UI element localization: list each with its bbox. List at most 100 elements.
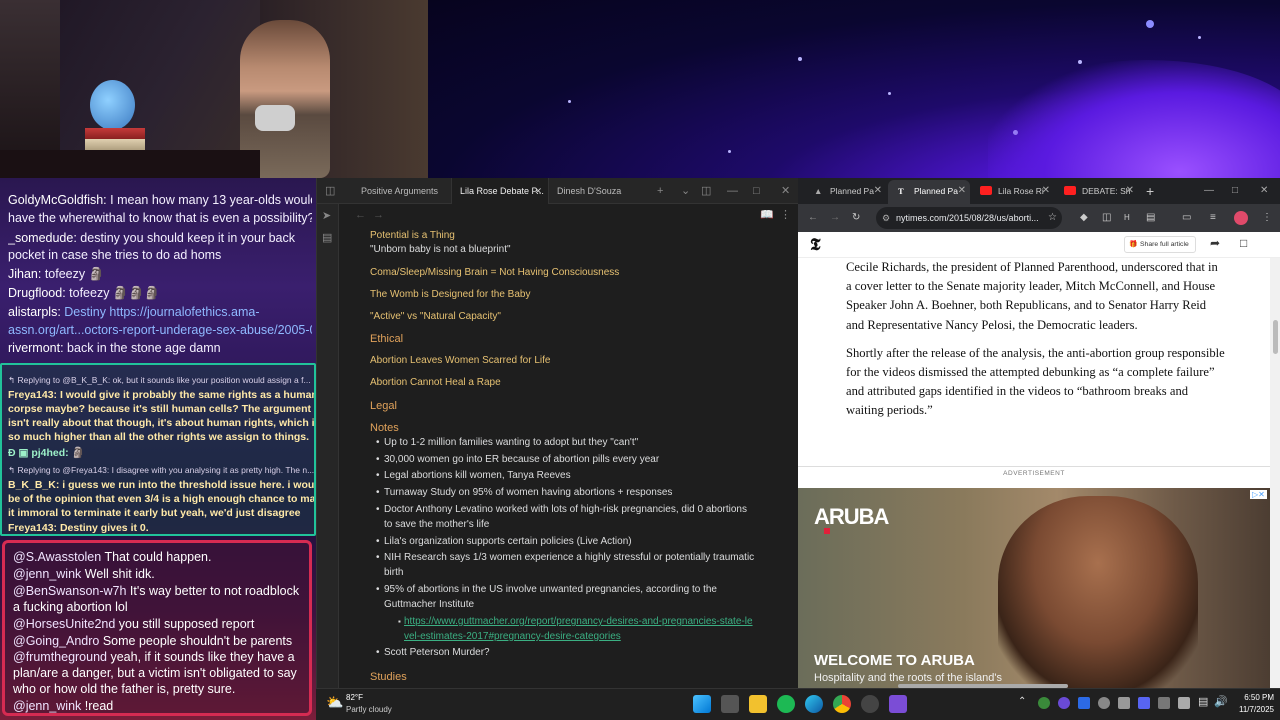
back-arrow-icon[interactable]: ← [808,207,818,229]
tray-icon[interactable] [1098,697,1110,709]
sidebar-toggle-icon[interactable]: ◫ [325,178,335,204]
tab-dinesh-dsouza[interactable]: Dinesh D'Souza [549,178,639,204]
tray-icon[interactable] [1078,697,1090,709]
aruba-advertisement[interactable]: ARUBA ▷✕ WELCOME TO ARUBA Hospitality an… [798,488,1270,688]
trash-icon[interactable]: ◫ [1102,207,1111,229]
tab-lila-rose-debate[interactable]: Lila Rose Debate P... ✕ [451,178,549,204]
puzzle-icon[interactable]: ▤ [1146,207,1155,229]
media-icon[interactable]: ≡ [1210,207,1216,229]
clock-time[interactable]: 6:50 PM [1234,693,1274,702]
chat-message: @HorsesUnite2nd you still supposed repor… [13,617,255,631]
tray-icon[interactable] [1038,697,1050,709]
bullet-dot: • [376,437,380,448]
h-extension-icon[interactable]: H [1124,207,1130,229]
heading-potential: Potential is a Thing [370,230,455,241]
weather-desc[interactable]: Partly cloudy [346,705,392,714]
share-icon[interactable]: ➦ [1210,236,1220,250]
windows-start-icon[interactable] [693,695,711,713]
bullet-dot: • [376,487,380,498]
minimize-icon[interactable]: — [1204,180,1214,202]
site-info-icon: ⚙ [882,213,891,223]
chrome-icon[interactable] [833,695,851,713]
layout-icon[interactable]: ◫ [701,178,711,204]
chat-message: _somedude: destiny you should keep it in… [8,231,295,245]
volume-icon[interactable]: 🔊 [1214,695,1228,708]
tray-icon[interactable] [1158,697,1170,709]
chrome-menu-icon[interactable]: ⋮ [1262,207,1272,229]
note-item: to save the mother's life [384,519,490,530]
tray-icon[interactable] [1058,697,1070,709]
address-bar[interactable]: ⚙ nytimes.com/2015/08/28/us/aborti... [876,207,1062,229]
tray-icon[interactable] [1178,697,1190,709]
tab-planned-parenthood-1[interactable]: ▲ Planned Pa ✕ [804,180,886,204]
chat-message: Freya143: Destiny gives it 0. [8,522,149,534]
discord-icon[interactable] [1138,697,1150,709]
bookmark-star-icon[interactable]: ☆ [1048,207,1057,229]
document-icon[interactable]: ▤ [322,230,332,246]
address-toolbar: ← → ↻ ⚙ nytimes.com/2015/08/28/us/aborti.… [798,204,1280,232]
maximize-icon[interactable]: □ [1232,180,1238,202]
bookmark-icon[interactable]: □ [1240,236,1247,250]
tab-positive-arguments[interactable]: Positive Arguments [353,178,449,204]
forward-arrow-icon[interactable]: → [830,207,840,229]
task-view-icon[interactable] [721,695,739,713]
note-item: 95% of abortions in the US involve unwan… [384,584,717,595]
back-arrow-icon[interactable]: ← [355,208,366,222]
chat-message: plan/are a danger, but a victim isn't ob… [13,666,297,680]
file-explorer-icon[interactable] [749,695,767,713]
send-icon[interactable]: ➤ [322,208,331,224]
ad-choices-icon[interactable]: ▷✕ [1250,490,1267,499]
chat-message: isn't really about that though, it's abo… [8,417,314,429]
close-tab-icon[interactable]: ✕ [1126,180,1134,202]
note-item: Guttmacher Institute [384,599,475,610]
spotify-icon[interactable] [777,695,795,713]
close-tab-icon[interactable]: ✕ [1042,180,1050,202]
obsidian-icon[interactable] [889,695,907,713]
guttmacher-link-cont[interactable]: vel-estimates-2017#pregnancy-desire-cate… [404,630,621,644]
article-paragraph: Shortly after the release of the analysi… [846,345,1225,418]
youtube-icon [980,186,992,195]
chat-message: @jenn_wink Well shit idk. [13,567,155,581]
chevron-up-icon[interactable]: ⌃ [1018,696,1026,707]
close-window-icon[interactable]: ✕ [781,178,790,204]
obs-icon[interactable] [861,695,879,713]
minimize-icon[interactable]: — [727,178,738,204]
new-tab-icon[interactable]: + [657,178,663,204]
bullet-dot: • [376,552,380,563]
more-options-icon[interactable]: ⋮ [780,208,791,222]
weather-icon[interactable]: ⛅ [326,694,343,711]
close-tab-icon[interactable]: ✕ [534,178,542,204]
network-icon[interactable]: ▤ [1198,695,1208,708]
chat-message: alistarpls: Destiny https://journalofeth… [8,305,260,319]
tab-planned-parenthood-2[interactable]: T Planned Pa ✕ [888,180,970,204]
reload-icon[interactable]: ↻ [852,207,860,229]
extension-icon[interactable]: ◆ [1080,207,1088,229]
maximize-icon[interactable]: □ [753,178,760,204]
vertical-scrollbar[interactable] [1270,258,1280,688]
forward-arrow-icon[interactable]: → [373,208,384,222]
chat-message: Freya143: I would give it probably the s… [8,389,314,401]
bullet-dot: • [376,470,380,481]
profile-avatar[interactable] [1234,211,1248,225]
tab-lila-rose[interactable]: Lila Rose Ri ✕ [972,180,1054,204]
new-tab-icon[interactable]: + [1146,180,1154,202]
guttmacher-link[interactable]: https://www.guttmacher.org/report/pregna… [404,615,753,629]
tab-label: Planned Pa [914,186,958,196]
close-tab-icon[interactable]: ✕ [958,180,966,202]
weather-temp[interactable]: 82°F [346,693,363,702]
reading-view-icon[interactable]: 📖 [760,208,774,222]
heading-scarred: Abortion Leaves Women Scarred for Life [370,355,551,366]
steam-icon[interactable] [1118,697,1130,709]
nytimes-logo[interactable]: 𝕿 [810,235,820,255]
close-window-icon[interactable]: ✕ [1260,180,1268,202]
smiling-woman-photo [998,496,1198,688]
tab-label: DEBATE: Sh [1082,186,1131,196]
share-full-article-button[interactable]: 🎁 Share full article [1124,236,1196,253]
clock-date[interactable]: 11/7/2025 [1234,705,1274,714]
chevron-down-icon[interactable]: ⌄ [681,178,690,204]
scrollbar-thumb[interactable] [1273,320,1278,354]
close-tab-icon[interactable]: ✕ [874,180,882,202]
tab-debate[interactable]: DEBATE: Sh ✕ [1056,180,1138,204]
edge-icon[interactable] [805,695,823,713]
cast-icon[interactable]: ▭ [1182,207,1191,229]
